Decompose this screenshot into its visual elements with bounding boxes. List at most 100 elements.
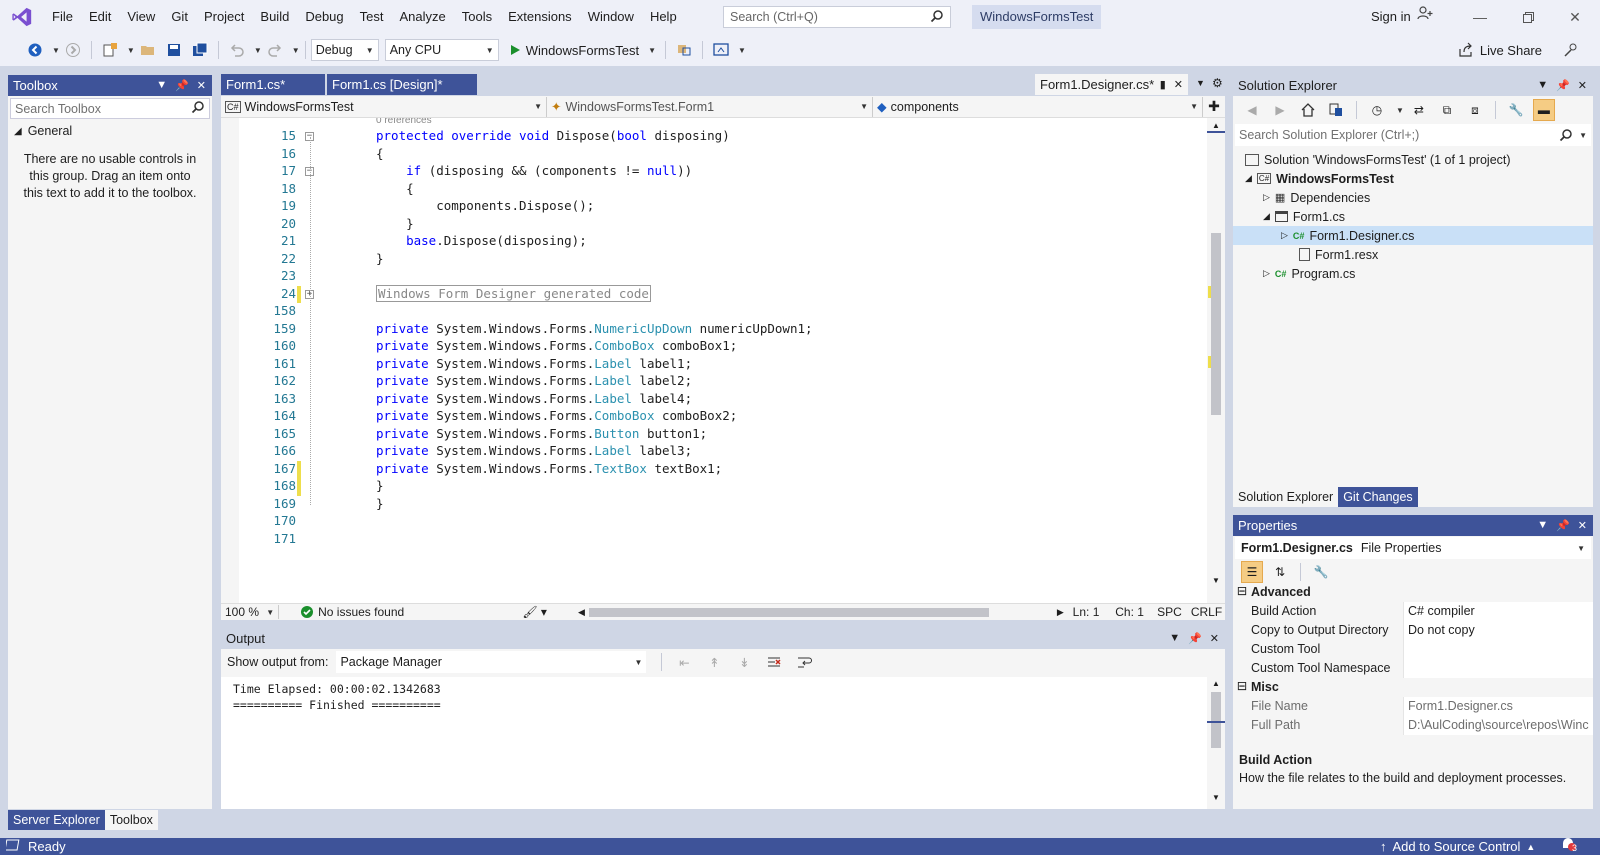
pin-icon[interactable]: 📌 [175, 79, 189, 92]
close-icon[interactable]: ✕ [1210, 632, 1219, 645]
tab-list-dropdown-icon[interactable]: ▼ [1196, 78, 1205, 88]
property-value[interactable]: C# compiler [1403, 602, 1593, 621]
code-line[interactable]: 19 components.Dispose(); [221, 198, 1201, 216]
chevron-down-icon[interactable]: ▼ [1396, 106, 1404, 115]
close-icon[interactable]: ✕ [1174, 78, 1183, 91]
code-line[interactable]: 16 { [221, 146, 1201, 164]
pin-icon[interactable]: 📌 [1556, 519, 1570, 532]
code-line[interactable]: 168} [221, 478, 1201, 496]
properties-wrench-icon[interactable]: 🔧 [1505, 99, 1527, 121]
minimize-icon[interactable]: — [1457, 0, 1503, 34]
code-cleanup-icon[interactable]: 🖌 ▾ [512, 605, 578, 619]
menu-item-edit[interactable]: Edit [81, 0, 119, 34]
property-row[interactable]: File Name Form1.Designer.cs [1233, 697, 1593, 716]
search-input[interactable]: Search (Ctrl+Q) [723, 6, 951, 28]
tab-server-explorer[interactable]: Server Explorer [8, 810, 105, 830]
property-row[interactable]: Custom Tool Namespace [1233, 659, 1593, 678]
code-line[interactable]: 170 [221, 513, 1201, 531]
code-line[interactable]: 171 [221, 531, 1201, 549]
output-source-select[interactable]: Package Manager ▼ [336, 651, 647, 673]
code-line[interactable]: 158 [221, 303, 1201, 321]
code-line[interactable]: 161 private System.Windows.Forms.Label la… [221, 356, 1201, 374]
pin-icon[interactable]: 📌 [1188, 632, 1202, 645]
code-line[interactable]: 169} [221, 496, 1201, 514]
sign-in-button[interactable]: Sign in [1371, 0, 1433, 34]
alphabetical-icon[interactable]: ⇅ [1269, 561, 1291, 583]
code-line[interactable]: 22} [221, 251, 1201, 269]
code-line[interactable]: 15 protected override void Dispose(bool d… [221, 128, 1201, 146]
output-title-bar[interactable]: Output ▼ 📌 ✕ [221, 628, 1225, 649]
dropdown-icon[interactable]: ▼ [156, 79, 167, 92]
menu-item-window[interactable]: Window [580, 0, 642, 34]
code-line[interactable]: 164 private System.Windows.Forms.ComboBox… [221, 408, 1201, 426]
feedback-icon[interactable] [1560, 39, 1582, 61]
open-folder-icon[interactable] [137, 39, 159, 61]
scroll-up-icon[interactable]: ▲ [1212, 679, 1220, 688]
properties-object-select[interactable]: Form1.Designer.cs File Properties ▼ [1235, 537, 1591, 559]
menu-item-file[interactable]: File [44, 0, 81, 34]
home-icon[interactable] [1297, 99, 1319, 121]
tree-program[interactable]: ▷ C# Program.cs [1263, 264, 1355, 283]
code-line[interactable]: 23 [221, 268, 1201, 286]
scroll-left-icon[interactable]: ◀ [578, 607, 585, 618]
tab-solution-explorer[interactable]: Solution Explorer [1233, 487, 1339, 507]
live-share-button[interactable]: Live Share [1458, 34, 1542, 66]
back-icon[interactable]: ◀ [1241, 99, 1263, 121]
whitespace-indicator[interactable]: SPC [1151, 605, 1188, 619]
editor-vertical-scrollbar[interactable]: ▲ ▼ [1207, 118, 1225, 603]
member-select[interactable]: ◆ components ▼ [873, 96, 1203, 117]
attach-process-icon[interactable] [673, 39, 695, 61]
restore-icon[interactable] [1505, 0, 1551, 34]
preview-selected-items-icon[interactable]: ▬ [1532, 99, 1555, 121]
menu-item-extensions[interactable]: Extensions [500, 0, 580, 34]
property-row[interactable]: Copy to Output Directory Do not copy [1233, 621, 1593, 640]
scroll-down-icon[interactable]: ▼ [1212, 793, 1220, 802]
collapse-all-icon[interactable]: ⧉ [1436, 99, 1458, 121]
navigate-forward-icon[interactable] [62, 39, 84, 61]
chevron-down-icon[interactable]: ▼ [738, 46, 746, 55]
code-line[interactable]: 21 base.Dispose(disposing); [221, 233, 1201, 251]
code-editor[interactable]: 0 references 15 protected override void D… [221, 118, 1225, 603]
dropdown-icon[interactable]: ▼ [1169, 632, 1180, 645]
output-vertical-scrollbar[interactable]: ▲ ▼ [1207, 677, 1225, 809]
code-line[interactable]: 160 private System.Windows.Forms.ComboBox… [221, 338, 1201, 356]
properties-title-bar[interactable]: Properties ▼ 📌 ✕ [1233, 515, 1593, 536]
find-message-icon[interactable]: ⇤ [673, 651, 695, 673]
chevron-down-icon[interactable]: ▼ [254, 46, 262, 55]
split-editor-icon[interactable]: ✚ [1203, 98, 1225, 115]
toolbox-title-bar[interactable]: Toolbox ▼ 📌 ✕ [8, 75, 212, 96]
menu-item-view[interactable]: View [119, 0, 163, 34]
property-value[interactable]: Do not copy [1403, 621, 1593, 640]
tree-solution[interactable]: Solution 'WindowsFormsTest' (1 of 1 proj… [1245, 150, 1511, 169]
pending-changes-filter-icon[interactable]: ◷ [1366, 99, 1388, 121]
property-row[interactable]: Custom Tool [1233, 640, 1593, 659]
menu-item-build[interactable]: Build [252, 0, 297, 34]
codelens-references[interactable]: 0 references [376, 118, 432, 126]
property-value[interactable] [1403, 640, 1593, 659]
previous-message-icon[interactable]: ↟ [703, 651, 725, 673]
zoom-select[interactable]: 100 % ▼ [221, 605, 280, 619]
menu-item-tools[interactable]: Tools [454, 0, 500, 34]
type-select[interactable]: ✦ WindowsFormsTest.Form1 ▼ [547, 96, 873, 117]
code-line[interactable]: 166 private System.Windows.Forms.Label la… [221, 443, 1201, 461]
code-line[interactable]: 163 private System.Windows.Forms.Label la… [221, 391, 1201, 409]
code-line[interactable]: 162 private System.Windows.Forms.Label la… [221, 373, 1201, 391]
scroll-down-icon[interactable]: ▼ [1212, 576, 1220, 585]
toolbox-group-general[interactable]: ◢ General [8, 121, 212, 141]
switch-views-icon[interactable] [1325, 99, 1347, 121]
tree-form1[interactable]: ◢ Form1.cs [1263, 207, 1345, 226]
close-icon[interactable]: ✕ [1578, 519, 1587, 532]
code-line[interactable]: 17 if (disposing && (components != null)… [221, 163, 1201, 181]
column-indicator[interactable]: Ch: 1 [1108, 605, 1151, 619]
tree-dependencies[interactable]: ▷ ▦ Dependencies [1263, 188, 1370, 207]
code-line[interactable]: 18 { [221, 181, 1201, 199]
toolbox-search-input[interactable]: Search Toolbox [10, 98, 210, 119]
tree-form1-designer[interactable]: ▷ C# Form1.Designer.cs [1233, 226, 1593, 245]
chevron-down-icon[interactable]: ▼ [127, 46, 135, 55]
solution-explorer-title-bar[interactable]: Solution Explorer ▼ 📌 ✕ [1233, 75, 1593, 96]
add-to-source-control-button[interactable]: ↑ Add to Source Control ▲ [1380, 839, 1535, 854]
tree-project[interactable]: ◢ C# WindowsFormsTest [1245, 169, 1394, 188]
category-advanced[interactable]: ⊟ Advanced [1233, 583, 1593, 602]
sync-with-document-icon[interactable]: ⇄ [1408, 99, 1430, 121]
close-icon[interactable]: ✕ [197, 79, 206, 92]
